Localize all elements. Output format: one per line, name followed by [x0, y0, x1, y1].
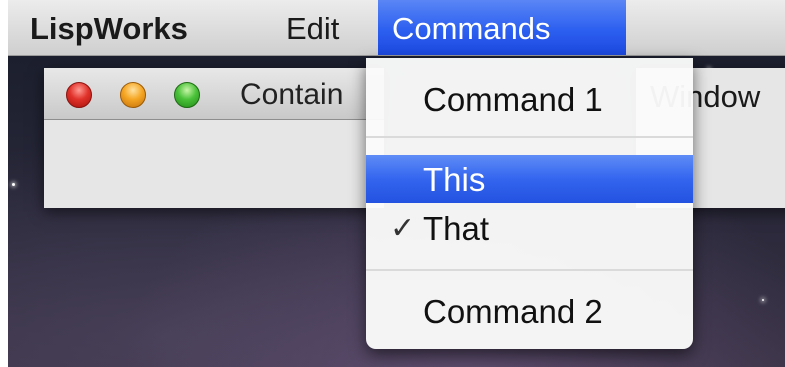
screen: Contain LispWorks Edit Commands Window C…: [0, 0, 785, 367]
menu-separator: [366, 136, 693, 138]
container-window[interactable]: Contain: [44, 68, 384, 208]
menu-separator: [366, 269, 693, 271]
menu-item-command-2[interactable]: Command 2: [366, 287, 693, 335]
menu-item-label: This: [423, 161, 486, 198]
star: [12, 183, 15, 186]
zoom-window-icon[interactable]: [174, 82, 200, 108]
checkmark-icon: ✓: [390, 212, 416, 245]
menu-item-that[interactable]: ✓ That: [366, 204, 693, 252]
menu-item-label: That: [423, 210, 490, 247]
menu-item-this[interactable]: This: [366, 155, 693, 203]
menu-item-command-1[interactable]: Command 1: [366, 75, 693, 123]
commands-dropdown-menu: Command 1 This ✓ That Command 2: [366, 58, 693, 349]
window-title: Contain: [240, 78, 344, 111]
menubar: LispWorks Edit Commands Window: [8, 0, 785, 208]
menu-item-label: Command 1: [423, 81, 603, 118]
menu-commands[interactable]: Commands: [378, 0, 626, 55]
window-titlebar[interactable]: Contain: [44, 68, 384, 120]
menu-app-lispworks[interactable]: LispWorks: [16, 0, 202, 55]
star: [762, 299, 764, 301]
menu-item-label: Command 2: [423, 293, 603, 330]
close-window-icon[interactable]: [66, 82, 92, 108]
menu-edit[interactable]: Edit: [272, 0, 353, 55]
minimize-window-icon[interactable]: [120, 82, 146, 108]
